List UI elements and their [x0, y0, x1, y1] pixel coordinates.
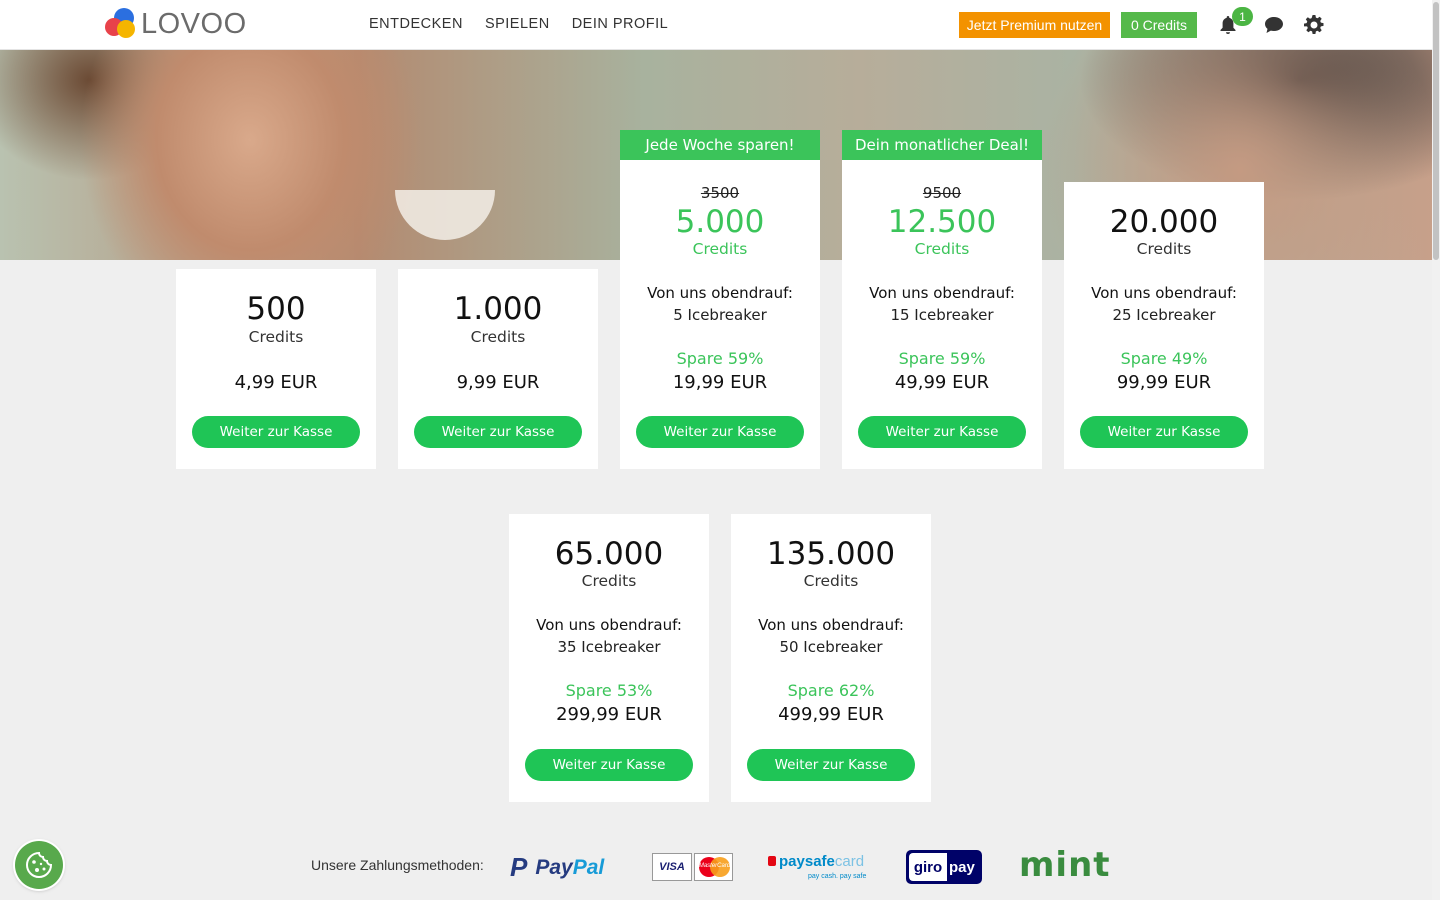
- package-card-135000: 135.000 Credits Von uns obendrauf: 50 Ic…: [731, 514, 931, 802]
- cookie-icon: [26, 851, 53, 878]
- checkout-button[interactable]: Weiter zur Kasse: [192, 416, 360, 448]
- giropay-logo: giro pay: [906, 850, 982, 884]
- package-price: 299,99 EUR: [556, 704, 662, 725]
- mastercard-logo: MasterCard: [694, 853, 733, 881]
- package-price: 499,99 EUR: [778, 704, 884, 725]
- paypal-icon: P: [510, 852, 528, 882]
- paypal-text-pal: Pal: [572, 855, 605, 879]
- paysafe-text: paysafe: [779, 853, 835, 870]
- package-price: 19,99 EUR: [672, 372, 768, 393]
- cookie-settings-button[interactable]: [15, 841, 63, 889]
- visa-mastercard-logo: VISA MasterCard: [652, 853, 733, 881]
- logo-text: LOVOO: [141, 7, 247, 40]
- package-card-5000: Jede Woche sparen! 3500 5.000 Credits Vo…: [620, 130, 820, 469]
- page-scrollbar[interactable]: [1432, 0, 1440, 900]
- giropay-text-pay: pay: [949, 858, 975, 876]
- bonus-icebreaker: 50 Icebreaker: [779, 638, 883, 656]
- bonus-icebreaker: 25 Icebreaker: [1112, 306, 1216, 324]
- paysafe-subtitle: pay cash. pay safe: [808, 873, 867, 880]
- credit-amount: 12.500: [887, 204, 997, 240]
- nav-dein-profil[interactable]: DEIN PROFIL: [572, 16, 669, 32]
- checkout-button[interactable]: Weiter zur Kasse: [858, 416, 1026, 448]
- package-card-12500: Dein monatlicher Deal! 9500 12.500 Credi…: [842, 130, 1042, 469]
- bonus-title: Von uns obendrauf:: [1091, 284, 1237, 302]
- old-amount: 9500: [922, 184, 962, 202]
- credit-unit: Credits: [1136, 240, 1192, 258]
- checkout-button[interactable]: Weiter zur Kasse: [1080, 416, 1248, 448]
- bonus-title: Von uns obendrauf:: [869, 284, 1015, 302]
- save-percent: Spare 62%: [787, 681, 875, 700]
- save-percent: Spare 59%: [676, 349, 764, 368]
- paypal-text-pay: Pay: [535, 855, 573, 879]
- bonus-title: Von uns obendrauf:: [536, 616, 682, 634]
- package-card-500: 500 Credits 4,99 EUR Weiter zur Kasse: [176, 269, 376, 469]
- package-price: 99,99 EUR: [1116, 372, 1212, 393]
- mastercard-text: MasterCard: [698, 863, 731, 869]
- top-header: LOVOO ENTDECKEN SPIELEN DEIN PROFIL Jetz…: [0, 0, 1432, 50]
- lovoo-logo-icon: [105, 8, 137, 40]
- bonus-icebreaker: 5 Icebreaker: [673, 306, 767, 324]
- credit-amount: 1.000: [453, 291, 543, 327]
- paysafe-card-text: card: [834, 853, 865, 870]
- credit-amount: 65.000: [554, 536, 664, 572]
- lovoo-logo[interactable]: LOVOO: [105, 8, 247, 40]
- gear-icon[interactable]: [1303, 14, 1325, 36]
- package-card-20000: 20.000 Credits Von uns obendrauf: 25 Ice…: [1064, 182, 1264, 469]
- package-card-65000: 65.000 Credits Von uns obendrauf: 35 Ice…: [509, 514, 709, 802]
- credit-amount: 5.000: [675, 204, 765, 240]
- save-percent: Spare 49%: [1120, 349, 1208, 368]
- scrollbar-thumb[interactable]: [1433, 2, 1439, 260]
- checkout-button[interactable]: Weiter zur Kasse: [747, 749, 915, 781]
- checkout-button[interactable]: Weiter zur Kasse: [636, 416, 804, 448]
- bonus-icebreaker: 15 Icebreaker: [890, 306, 994, 324]
- package-price: 4,99 EUR: [234, 372, 318, 393]
- chat-bubble-icon[interactable]: [1263, 14, 1285, 36]
- bonus-title: Von uns obendrauf:: [758, 616, 904, 634]
- credit-amount: 500: [246, 291, 306, 327]
- credit-amount: 20.000: [1109, 204, 1219, 240]
- credit-unit: Credits: [470, 328, 526, 346]
- package-card-1000: 1.000 Credits 9,99 EUR Weiter zur Kasse: [398, 269, 598, 469]
- premium-button[interactable]: Jetzt Premium nutzen: [959, 12, 1110, 38]
- credits-button[interactable]: 0 Credits: [1121, 12, 1197, 38]
- lock-icon: [768, 856, 776, 866]
- package-price: 9,99 EUR: [456, 372, 540, 393]
- bonus-title: Von uns obendrauf:: [647, 284, 793, 302]
- credit-unit: Credits: [914, 240, 970, 258]
- nav-entdecken[interactable]: ENTDECKEN: [369, 16, 463, 32]
- bonus-icebreaker: 35 Icebreaker: [557, 638, 661, 656]
- save-percent: Spare 53%: [565, 681, 653, 700]
- credit-unit: Credits: [581, 572, 637, 590]
- paysafecard-logo: paysafecard pay cash. pay safe: [768, 853, 868, 883]
- deal-ribbon: Dein monatlicher Deal!: [842, 130, 1042, 160]
- save-percent: Spare 59%: [898, 349, 986, 368]
- payment-methods-label: Unsere Zahlungsmethoden:: [311, 857, 484, 873]
- old-amount: 3500: [700, 184, 740, 202]
- mint-logo: mint: [1019, 845, 1111, 885]
- giropay-text-giro: giro: [909, 853, 947, 881]
- nav-spielen[interactable]: SPIELEN: [485, 16, 550, 32]
- paypal-logo: P Pay Pal: [510, 852, 604, 883]
- visa-logo: VISA: [652, 853, 692, 881]
- notification-badge: 1: [1232, 7, 1253, 26]
- credit-unit: Credits: [248, 328, 304, 346]
- checkout-button[interactable]: Weiter zur Kasse: [525, 749, 693, 781]
- package-price: 49,99 EUR: [894, 372, 990, 393]
- main-nav: ENTDECKEN SPIELEN DEIN PROFIL: [369, 16, 668, 32]
- credit-unit: Credits: [692, 240, 748, 258]
- checkout-button[interactable]: Weiter zur Kasse: [414, 416, 582, 448]
- deal-ribbon: Jede Woche sparen!: [620, 130, 820, 160]
- credit-amount: 135.000: [766, 536, 896, 572]
- credit-unit: Credits: [803, 572, 859, 590]
